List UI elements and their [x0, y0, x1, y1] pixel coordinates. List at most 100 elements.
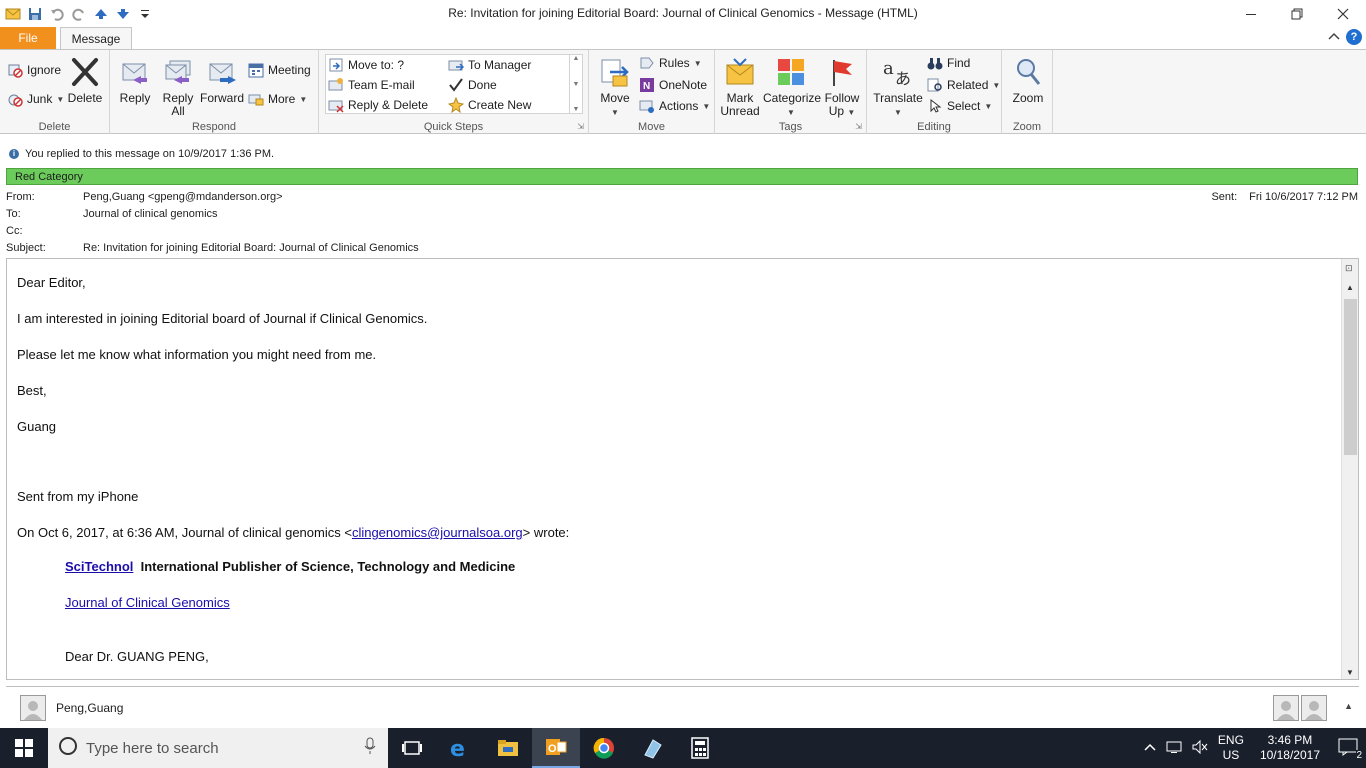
mark-unread-icon [723, 54, 757, 90]
mark-unread-button[interactable]: Mark Unread [719, 54, 761, 118]
rules-button[interactable]: Rules ▼ [639, 53, 702, 73]
to-manager-quickstep[interactable]: To Manager [448, 55, 531, 75]
collapse-ribbon-icon[interactable] [1328, 30, 1340, 44]
tab-file[interactable]: File [0, 27, 56, 49]
find-label: Find [947, 56, 971, 70]
rules-label: Rules [659, 56, 690, 70]
categorize-button[interactable]: Categorize ▼ [763, 54, 822, 119]
onenote-button[interactable]: N OneNote [639, 75, 707, 95]
region-code: US [1222, 748, 1240, 762]
actions-icon [639, 98, 655, 114]
translate-button[interactable]: aあ Translate ▼ [873, 54, 923, 119]
done-quickstep[interactable]: Done [448, 75, 497, 95]
junk-button[interactable]: Junk ▼ [7, 89, 64, 109]
junk-dropdown-icon: ▼ [56, 94, 65, 104]
create-new-quickstep[interactable]: Create New [448, 95, 531, 115]
message-body[interactable]: Dear Editor, I am interested in joining … [6, 258, 1359, 680]
quote-prefix: On Oct 6, 2017, at 6:36 AM, Journal of c… [17, 525, 352, 540]
scroll-down-icon[interactable]: ▼ [1346, 668, 1354, 677]
to-value[interactable]: Journal of clinical genomics [83, 208, 218, 220]
scroll-up-icon[interactable]: ▲ [1346, 283, 1354, 292]
reply-all-button[interactable]: Reply All [159, 54, 197, 118]
file-explorer-icon[interactable] [484, 728, 532, 768]
checkmark-icon [448, 77, 464, 93]
gallery-down-icon[interactable]: ▼ [573, 81, 580, 88]
language-indicator[interactable]: ENG US [1218, 733, 1244, 763]
quick-steps-launcher-icon[interactable]: ⇲ [577, 122, 584, 131]
quoted-greeting-line: Dear Dr. GUANG PENG, [65, 649, 209, 664]
forward-button[interactable]: Forward [200, 54, 244, 105]
notes-app-icon[interactable] [628, 728, 676, 768]
move-button[interactable]: Move ▼ [595, 54, 635, 119]
follow-up-button[interactable]: Follow Up ▼ [821, 54, 863, 119]
start-button[interactable] [0, 728, 48, 768]
close-button[interactable] [1320, 0, 1366, 28]
ignore-button[interactable]: Ignore [7, 60, 61, 80]
tab-message[interactable]: Message [60, 27, 132, 49]
translate-icon: aあ [881, 54, 915, 90]
contact-name[interactable]: Peng,Guang [56, 701, 123, 715]
gallery-up-icon[interactable]: ▲ [573, 55, 580, 62]
more-respond-button[interactable]: More ▼ [248, 89, 307, 109]
category-bar[interactable]: Red Category [6, 168, 1358, 185]
meeting-button[interactable]: Meeting [248, 60, 311, 80]
help-icon[interactable]: ? [1346, 29, 1362, 45]
categorize-label: Categorize [763, 91, 822, 105]
contact-avatar[interactable] [20, 694, 46, 721]
reply-button[interactable]: Reply [116, 54, 154, 105]
svg-text:O: O [548, 743, 557, 755]
microphone-icon[interactable] [364, 737, 376, 759]
action-center-icon[interactable]: 2 [1338, 738, 1362, 761]
magnifier-icon [1011, 54, 1045, 90]
chrome-browser-icon[interactable] [580, 728, 628, 768]
show-hidden-icons-icon[interactable] [1144, 741, 1156, 755]
tags-group: Mark Unread Categorize ▼ Follow Up ▼ Tag… [715, 50, 867, 134]
sent-row: Sent: Fri 10/6/2017 7:12 PM [1211, 191, 1358, 203]
volume-muted-icon[interactable] [1192, 739, 1208, 757]
calculator-icon[interactable] [676, 728, 724, 768]
people-avatar-2[interactable] [1301, 695, 1327, 721]
team-email-quickstep[interactable]: Team E-mail [328, 75, 415, 95]
quote-email-link[interactable]: clingenomics@journalsoa.org [352, 525, 523, 540]
category-label: Red Category [15, 170, 83, 183]
delete-button[interactable]: Delete [66, 54, 104, 105]
tags-launcher-icon[interactable]: ⇲ [855, 122, 862, 131]
move-dropdown-icon: ▼ [611, 108, 619, 117]
restore-button[interactable] [1274, 0, 1320, 28]
title-bar: Re: Invitation for joining Editorial Boa… [0, 0, 1366, 28]
scitechnol-link[interactable]: SciTechnol [65, 559, 133, 574]
create-new-icon [448, 97, 464, 113]
actions-button[interactable]: Actions ▼ [639, 96, 710, 116]
related-button[interactable]: Related ▼ [927, 75, 1000, 95]
outlook-taskbar-icon[interactable]: O [532, 728, 580, 768]
binoculars-icon [927, 55, 943, 71]
zoom-reading-icon[interactable]: ⊡ [1345, 263, 1353, 274]
onenote-icon: N [639, 77, 655, 93]
related-icon [927, 77, 943, 93]
more-respond-icon [248, 91, 264, 107]
gallery-expand-icon[interactable]: ▼ [573, 106, 580, 113]
publisher-tagline: International Publisher of Science, Tech… [140, 559, 516, 574]
people-avatar-1[interactable] [1273, 695, 1299, 721]
reply-delete-quickstep[interactable]: Reply & Delete [328, 95, 428, 115]
expand-people-pane-icon[interactable]: ▲ [1344, 701, 1353, 711]
task-view-icon[interactable] [388, 728, 436, 768]
edge-browser-icon[interactable]: e [436, 728, 484, 768]
journal-link[interactable]: Journal of Clinical Genomics [65, 595, 230, 610]
notification-count: 2 [1356, 749, 1362, 761]
from-value[interactable]: Peng,Guang <gpeng@mdanderson.org> [83, 191, 283, 203]
minimize-button[interactable] [1228, 0, 1274, 28]
zoom-button[interactable]: Zoom [1008, 54, 1048, 105]
network-icon[interactable] [1166, 740, 1182, 757]
scroll-thumb[interactable] [1344, 299, 1357, 455]
find-button[interactable]: Find [927, 53, 970, 73]
quick-steps-scroller[interactable]: ▲ ▼ ▼ [569, 55, 582, 113]
clock[interactable]: 3:46 PM 10/18/2017 [1260, 733, 1320, 763]
reply-delete-label: Reply & Delete [348, 98, 429, 112]
select-button[interactable]: Select ▼ [927, 96, 992, 116]
reply-all-label-line2: All [171, 104, 185, 118]
move-to-quickstep[interactable]: Move to: ? [328, 55, 404, 75]
body-scrollbar[interactable]: ⊡ ▲ ▼ [1341, 259, 1358, 679]
taskbar-search-box[interactable]: Type here to search [48, 728, 388, 768]
zoom-group: Zoom Zoom [1002, 50, 1053, 134]
